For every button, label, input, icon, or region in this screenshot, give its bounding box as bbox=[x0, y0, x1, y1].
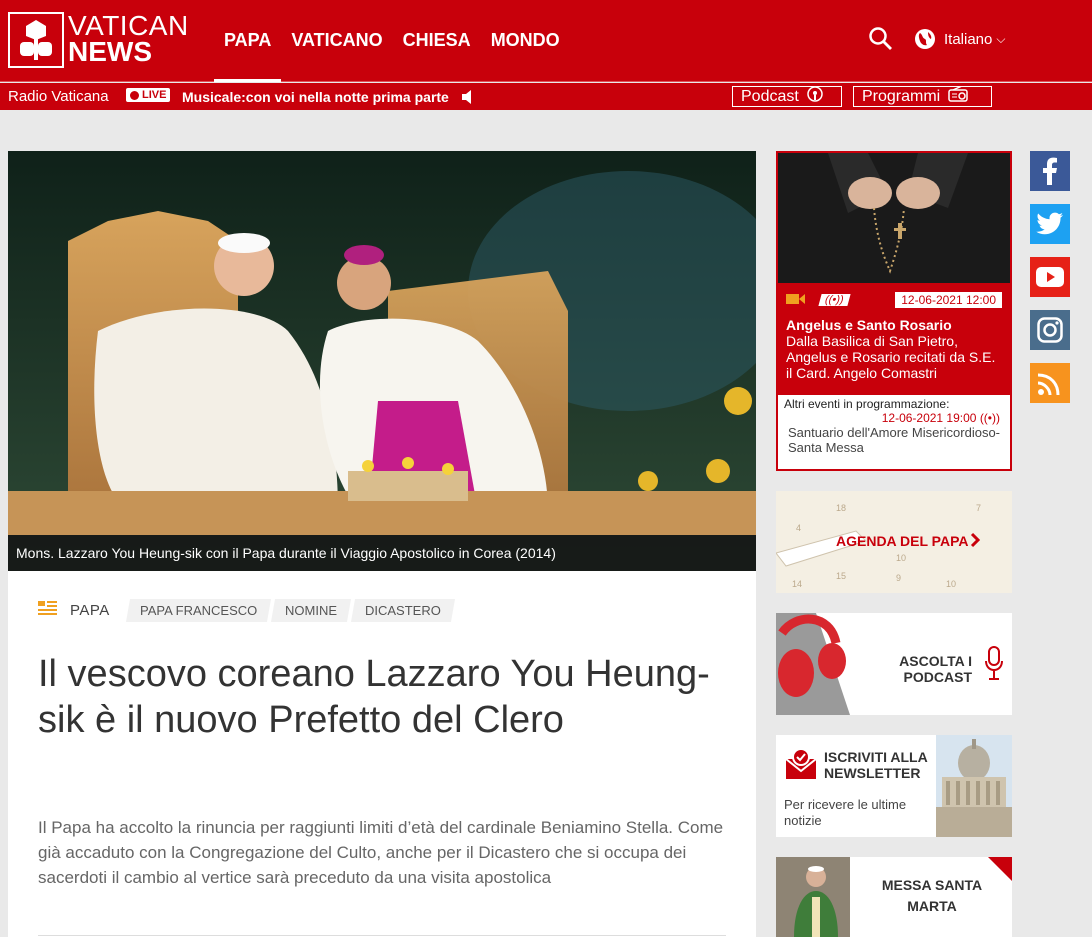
hero-image: Mons. Lazzaro You Heung-sik con il Papa … bbox=[8, 151, 756, 571]
newsletter-subtitle: Per ricevere le ultime notizie bbox=[784, 797, 907, 828]
programmi-button[interactable]: Programmi bbox=[853, 85, 992, 107]
program-meta: ((•)) 12-06-2021 12:00 bbox=[786, 289, 1002, 311]
tag-label: NOMINE bbox=[285, 603, 338, 618]
tag-nomine[interactable]: NOMINE bbox=[271, 599, 352, 622]
ascolta-podcast-card[interactable]: ASCOLTA I PODCAST bbox=[776, 613, 1012, 715]
program-title: Angelus e Santo Rosario bbox=[786, 317, 952, 333]
program-description: Dalla Basilica di San Pietro, Angelus e … bbox=[786, 333, 996, 381]
podcast-button-label: Podcast bbox=[741, 87, 799, 105]
language-label: Italiano bbox=[944, 30, 993, 48]
tag-papa-francesco[interactable]: PAPA FRANCESCO bbox=[125, 599, 272, 622]
messa-santa-marta-card[interactable]: MESSA SANTA MARTA bbox=[776, 857, 1012, 937]
nav-item-chiesa[interactable]: CHIESA bbox=[393, 0, 481, 82]
article-headline: Il vescovo coreano Lazzaro You Heung-sik… bbox=[38, 653, 710, 741]
tag-dicastero[interactable]: DICASTERO bbox=[351, 599, 455, 622]
pope-mass-photo bbox=[776, 857, 850, 937]
video-camera-icon bbox=[786, 293, 806, 308]
mail-icon bbox=[784, 747, 818, 786]
live-label: LIVE bbox=[142, 89, 167, 101]
now-playing-text: Musicale:con voi nella notte prima parte bbox=[182, 89, 449, 105]
svg-text:10: 10 bbox=[946, 579, 956, 589]
logo-text-news: NEWS bbox=[68, 36, 152, 67]
podcast-promo-line2: PODCAST bbox=[903, 669, 972, 685]
section-icon bbox=[38, 600, 58, 621]
st-peters-photo bbox=[936, 735, 1012, 837]
other-event-time: 12-06-2021 19:00 ((•)) bbox=[788, 411, 1000, 425]
language-selector[interactable]: Italiano ⌵ bbox=[914, 26, 1005, 52]
svg-text:18: 18 bbox=[836, 503, 846, 513]
other-event-datetime: 12-06-2021 19:00 bbox=[881, 411, 977, 425]
radio-vaticana-link[interactable]: Radio Vaticana bbox=[8, 88, 109, 105]
facebook-icon[interactable] bbox=[1030, 151, 1070, 191]
top-header: VATICAN NEWS PAPA VATICANO CHIESA MONDO … bbox=[0, 0, 1092, 82]
twitter-icon[interactable] bbox=[1030, 204, 1070, 244]
broadcast-icon: ((•)) bbox=[818, 294, 851, 306]
rss-icon[interactable] bbox=[1030, 363, 1070, 403]
logo-emblem-icon bbox=[8, 12, 64, 68]
main-nav: PAPA VATICANO CHIESA MONDO bbox=[214, 0, 570, 82]
search-icon[interactable] bbox=[868, 26, 894, 52]
radio-bar: Radio Vaticana LIVE Musicale:con voi nel… bbox=[0, 83, 1092, 110]
hero-caption: Mons. Lazzaro You Heung-sik con il Papa … bbox=[8, 535, 756, 571]
section-label[interactable]: PAPA bbox=[70, 602, 110, 619]
youtube-icon[interactable] bbox=[1030, 257, 1070, 297]
newsletter-line2: NEWSLETTER bbox=[824, 765, 921, 781]
agenda-del-papa-card[interactable]: 4 18 7 10 14 15 10 9 AGENDA DEL PAPA bbox=[776, 491, 1012, 593]
podcast-promo-label: ASCOLTA I PODCAST bbox=[886, 653, 972, 685]
hero-photo bbox=[8, 151, 756, 571]
programmi-button-label: Programmi bbox=[862, 87, 941, 105]
tag-label: PAPA FRANCESCO bbox=[139, 603, 258, 618]
messa-line1: MESSA SANTA bbox=[881, 877, 983, 893]
vatican-news-logo[interactable]: VATICAN NEWS bbox=[8, 12, 188, 68]
instagram-icon[interactable] bbox=[1030, 310, 1070, 350]
other-event-title[interactable]: Santuario dell'Amore Misericordioso-Sant… bbox=[788, 425, 1000, 455]
article-body: PAPA PAPA FRANCESCO NOMINE DICASTERO Il … bbox=[8, 571, 756, 937]
chevron-right-icon bbox=[970, 532, 981, 553]
live-dot-icon bbox=[130, 90, 139, 100]
podcast-promo-line1: ASCOLTA I bbox=[899, 653, 972, 669]
nav-item-vaticano[interactable]: VATICANO bbox=[281, 0, 392, 82]
nav-item-mondo[interactable]: MONDO bbox=[481, 0, 570, 82]
newsletter-card[interactable]: ISCRIVITI ALLA NEWSLETTER Per ricevere l… bbox=[776, 735, 1012, 837]
microphone-icon bbox=[984, 645, 1004, 688]
svg-text:9: 9 bbox=[896, 573, 901, 583]
podcast-button[interactable]: Podcast bbox=[732, 86, 842, 107]
svg-text:10: 10 bbox=[896, 553, 906, 563]
current-program[interactable]: ((•)) 12-06-2021 12:00 Angelus e Santo R… bbox=[778, 283, 1010, 395]
other-events-label: Altri eventi in programmazione: bbox=[784, 397, 950, 411]
svg-text:7: 7 bbox=[976, 503, 981, 513]
nav-item-papa[interactable]: PAPA bbox=[214, 0, 282, 82]
live-badge[interactable]: LIVE bbox=[126, 88, 171, 102]
chevron-down-icon: ⌵ bbox=[996, 31, 1006, 46]
radio-schedule-card[interactable]: ((•)) 12-06-2021 12:00 Angelus e Santo R… bbox=[776, 151, 1012, 471]
rosary-photo bbox=[778, 153, 1010, 283]
messa-line2: MARTA bbox=[907, 898, 957, 914]
globe-icon bbox=[914, 28, 936, 50]
article-tags: PAPA PAPA FRANCESCO NOMINE DICASTERO bbox=[38, 599, 457, 622]
agenda-label: AGENDA DEL PAPA bbox=[836, 533, 969, 549]
svg-text:4: 4 bbox=[796, 523, 801, 533]
program-datetime: 12-06-2021 12:00 bbox=[895, 292, 1002, 308]
speaker-icon[interactable] bbox=[460, 89, 474, 109]
article-lead: Il Papa ha accolto la rinuncia per raggi… bbox=[38, 818, 724, 887]
podcast-icon bbox=[807, 86, 823, 107]
messa-label: MESSA SANTA MARTA bbox=[860, 875, 1004, 917]
tag-label: DICASTERO bbox=[365, 603, 441, 618]
svg-text:14: 14 bbox=[792, 579, 802, 589]
radio-icon bbox=[948, 85, 968, 107]
broadcast-icon: ((•)) bbox=[979, 411, 1000, 425]
svg-text:15: 15 bbox=[836, 571, 846, 581]
other-events: Altri eventi in programmazione: 12-06-20… bbox=[778, 395, 1010, 457]
divider bbox=[38, 935, 726, 936]
newsletter-title: ISCRIVITI ALLA NEWSLETTER bbox=[824, 749, 928, 781]
newsletter-line1: ISCRIVITI ALLA bbox=[824, 749, 928, 765]
